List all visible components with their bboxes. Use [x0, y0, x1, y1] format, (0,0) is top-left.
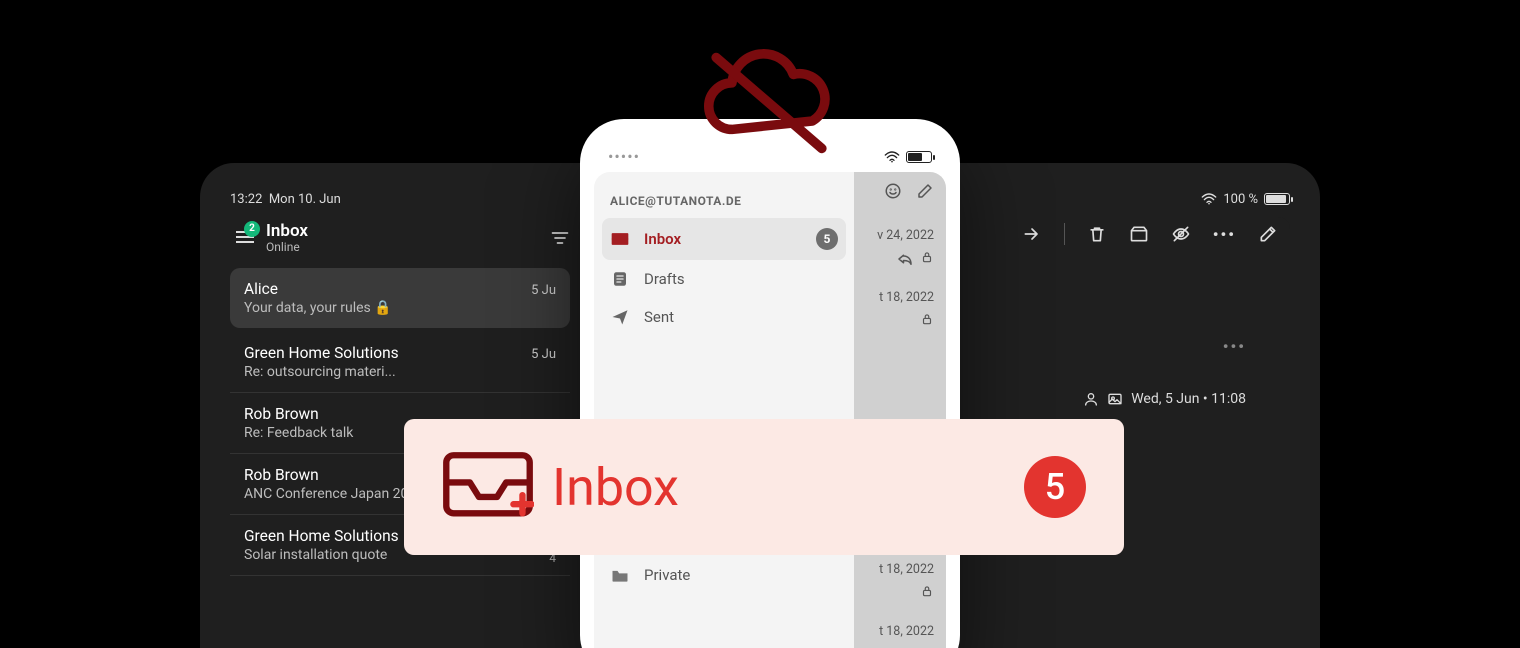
email-sender: Rob Brown — [244, 405, 319, 423]
sidebar-item-label: Drafts — [644, 270, 685, 288]
email-meta-text: Wed, 5 Jun • 11:08 — [1131, 391, 1246, 407]
inbox-hero-label: Inbox — [552, 457, 679, 518]
email-date: 5 Ju — [531, 347, 556, 362]
wifi-icon — [884, 151, 900, 163]
battery-icon — [1264, 193, 1290, 205]
email-sender: Green Home Solutions — [244, 527, 399, 545]
lock-icon — [920, 584, 934, 598]
cloud-off-icon — [695, 44, 843, 162]
menu-button[interactable]: 2 — [230, 227, 258, 249]
sidebar-item-drafts[interactable]: Drafts — [594, 260, 854, 298]
battery-pct: 100 % — [1223, 192, 1258, 207]
email-subject: Re: outsourcing materi... — [244, 364, 556, 380]
email-date: 5 Ju — [531, 283, 556, 298]
lock-icon — [920, 250, 934, 264]
inbox-large-icon — [442, 448, 534, 526]
folder-label: Private — [644, 566, 690, 584]
status-date: Mon 10. Jun — [269, 192, 341, 207]
compose-icon[interactable] — [916, 182, 934, 200]
sent-icon — [610, 308, 630, 326]
folder-icon — [610, 566, 630, 584]
header-more-button[interactable]: ••• — [1223, 337, 1246, 356]
sidebar-item-label: Sent — [644, 308, 674, 326]
drafts-icon — [610, 270, 630, 288]
menu-badge: 2 — [244, 221, 260, 237]
folder-title: Inbox — [266, 221, 542, 241]
filter-icon[interactable] — [550, 228, 570, 248]
email-item[interactable]: Green Home Solutions 5 Ju Re: outsourcing… — [230, 332, 570, 393]
battery-icon — [906, 151, 932, 163]
wifi-icon — [1201, 193, 1217, 205]
inbox-icon — [610, 230, 630, 248]
reply-icon — [896, 250, 914, 268]
avatar-icon — [1083, 391, 1099, 407]
list-item-date: t 18, 2022 — [879, 290, 934, 305]
list-item-date: t 18, 2022 — [879, 624, 934, 639]
list-item-date: v 24, 2022 — [877, 228, 934, 243]
sidebar-item-inbox[interactable]: Inbox 5 — [602, 218, 846, 260]
compose-icon[interactable] — [1258, 224, 1278, 244]
separator — [1064, 223, 1065, 245]
image-icon — [1107, 391, 1123, 407]
phone-status-dots: ••••• — [594, 147, 640, 166]
trash-icon[interactable] — [1087, 224, 1107, 244]
inbox-hero-count: 5 — [1024, 456, 1086, 518]
forward-icon[interactable] — [1022, 224, 1042, 244]
more-button[interactable]: ••• — [1213, 225, 1236, 244]
email-sender: Alice — [244, 280, 278, 298]
email-subject: Your data, your rules 🔒 — [244, 300, 556, 316]
sidebar-item-label: Inbox — [644, 230, 681, 248]
archive-icon[interactable] — [1129, 224, 1149, 244]
sidebar-item-sent[interactable]: Sent — [594, 298, 854, 336]
account-email: ALICE@TUTANOTA.DE — [594, 182, 854, 218]
lock-icon — [920, 312, 934, 326]
smile-icon[interactable] — [884, 182, 902, 200]
inbox-hero-bar: Inbox 5 — [404, 419, 1124, 555]
email-item[interactable]: Alice 5 Ju Your data, your rules 🔒 — [230, 268, 570, 328]
hide-icon[interactable] — [1171, 224, 1191, 244]
email-sender: Rob Brown — [244, 466, 319, 484]
online-status: Online — [266, 240, 542, 254]
folder-item-private[interactable]: Private — [594, 556, 854, 594]
unread-count: 5 — [816, 228, 838, 250]
status-time: 13:22 — [230, 192, 262, 207]
list-item-date: t 18, 2022 — [879, 562, 934, 577]
email-sender: Green Home Solutions — [244, 344, 399, 362]
